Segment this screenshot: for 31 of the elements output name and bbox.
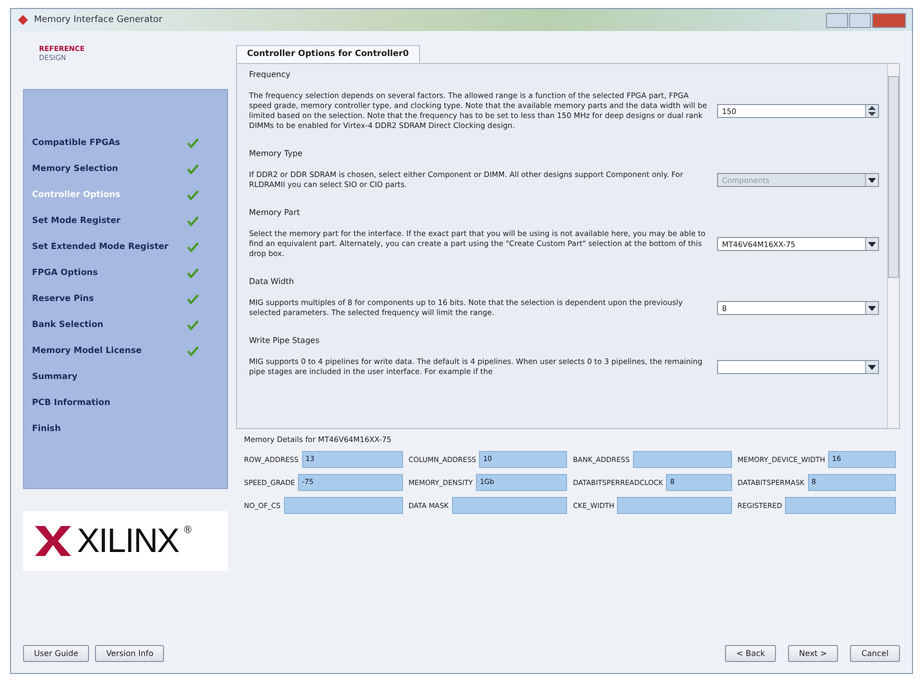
button[interactable]: Next > — [788, 644, 838, 662]
wizard-step[interactable]: Memory Selection — [32, 164, 118, 174]
dropdown-arrow-icon[interactable] — [868, 306, 876, 310]
close-button[interactable] — [872, 12, 906, 28]
window-title: Memory Interface Generator — [34, 15, 162, 25]
wizard-step[interactable]: Compatible FPGAs — [32, 138, 120, 148]
button[interactable]: Version Info — [95, 644, 164, 662]
app-icon — [17, 14, 29, 26]
button[interactable]: User Guide — [23, 644, 90, 662]
wizard-step[interactable]: Finish — [32, 424, 61, 434]
wizard-step[interactable]: Reserve Pins — [32, 294, 94, 304]
wizard-step[interactable]: Set Extended Mode Register — [32, 242, 168, 252]
wizard-step[interactable]: PCB Information — [32, 398, 110, 408]
dropdown-arrow-icon[interactable] — [868, 242, 876, 246]
wizard-step[interactable]: Memory Model License — [32, 346, 142, 356]
spin-arrows-icon[interactable] — [868, 106, 876, 116]
wizard-step[interactable]: Set Mode Register — [32, 216, 120, 226]
dropdown-arrow-icon[interactable] — [868, 364, 876, 370]
section-title: Memory Type — [249, 149, 304, 158]
xilinx-logo: XILINX® — [23, 511, 228, 571]
wizard-step[interactable]: Bank Selection — [32, 320, 104, 330]
button[interactable]: Cancel — [850, 644, 900, 662]
section-title: Write Pipe Stages — [249, 336, 320, 345]
section-title: Frequency — [249, 70, 292, 79]
scrollbar[interactable] — [887, 64, 899, 428]
section-title: Data Width — [249, 277, 295, 286]
wizard-step[interactable]: FPGA Options — [32, 268, 98, 278]
wizard-step[interactable]: Summary — [32, 372, 78, 382]
tab[interactable]: Controller Options for Controller0 — [236, 45, 420, 63]
button[interactable]: < Back — [725, 644, 776, 662]
section-title: Memory Part — [249, 208, 301, 217]
